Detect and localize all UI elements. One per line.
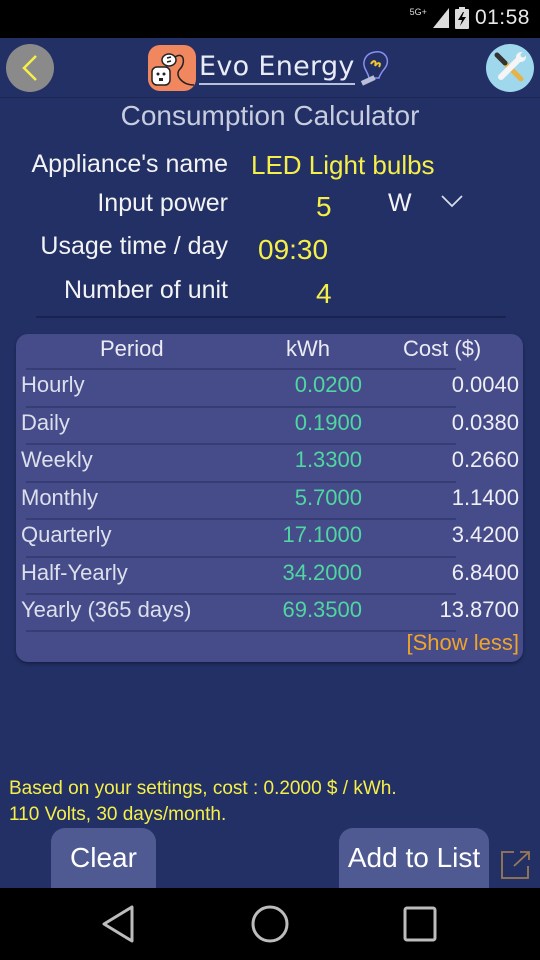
open-external-icon[interactable] (500, 850, 532, 880)
settings-tools-button[interactable] (486, 44, 534, 92)
show-less-link[interactable]: [Show less] (407, 630, 520, 656)
cost-cell: 0.0040 (451, 372, 519, 397)
row-divider (26, 630, 456, 632)
app-name: Evo Energy (199, 51, 355, 85)
table-row: Half-Yearly 34.2000 6.8400 (16, 556, 523, 594)
period-cell: Daily (21, 410, 70, 435)
add-to-list-button[interactable]: Add to List (339, 828, 489, 888)
unit-count-field[interactable]: 4 (316, 278, 332, 310)
kwh-cell: 0.0200 (294, 372, 362, 397)
home-circle-icon[interactable] (250, 904, 290, 944)
cost-cell: 3.4200 (451, 522, 519, 547)
period-cell: Weekly (21, 447, 93, 472)
battery-charging-icon (454, 7, 469, 29)
period-cell: Half-Yearly (21, 560, 128, 585)
unit-count-label: Number of unit (64, 276, 228, 304)
usage-time-row: Usage time / day 09:30 (0, 230, 540, 270)
unit-count-row: Number of unit 4 (0, 274, 540, 314)
period-cell: Monthly (21, 485, 99, 510)
cost-cell: 1.1400 (451, 485, 519, 510)
network-type: 5G+ (409, 7, 427, 17)
cost-cell: 0.0380 (451, 410, 519, 435)
clear-button[interactable]: Clear (51, 828, 156, 888)
row-divider (26, 593, 456, 595)
app-screen: Evo Energy Consumption Calculator Applia… (0, 38, 540, 888)
chevron-down-icon[interactable] (440, 194, 464, 208)
kwh-cell: 34.2000 (282, 560, 362, 585)
clock: 01:58 (474, 6, 530, 29)
plug-logo-icon (148, 45, 196, 91)
period-cell: Quarterly (21, 522, 112, 547)
period-cell: Hourly (21, 372, 85, 397)
row-divider (26, 368, 456, 370)
cost-rate-note: Based on your settings, cost : 0.2000 $ … (9, 778, 397, 799)
input-power-field[interactable]: 5 (316, 191, 332, 223)
lightbulb-icon (360, 51, 388, 86)
recents-square-icon[interactable] (402, 904, 438, 944)
cost-cell: 0.2660 (451, 447, 519, 472)
page-title: Consumption Calculator (120, 100, 420, 131)
kwh-cell: 1.3300 (294, 447, 362, 472)
row-divider (26, 518, 456, 520)
period-cell: Yearly (365 days) (21, 597, 192, 622)
signal-icon (432, 8, 449, 28)
usage-time-field[interactable]: 09:30 (258, 234, 328, 266)
input-power-label: Input power (97, 189, 228, 217)
row-divider (26, 406, 456, 408)
appliance-name-field[interactable]: LED Light bulbs (251, 150, 435, 181)
status-icons: 5G+ 01:58 (410, 6, 530, 30)
table-row: Monthly 5.7000 1.1400 (16, 481, 523, 519)
table-row: Quarterly 17.1000 3.4200 (16, 518, 523, 556)
kwh-cell: 17.1000 (282, 522, 362, 547)
system-nav-bar (0, 888, 540, 960)
wrench-screwdriver-icon (494, 52, 526, 82)
status-bar: 5G+ 01:58 (0, 0, 540, 38)
input-power-row: Input power 5 W (0, 186, 540, 226)
table-row: Daily 0.1900 0.0380 (16, 406, 523, 444)
appliance-name-row: Appliance's name LED Light bulbs (0, 146, 540, 186)
column-header-kwh: kWh (286, 336, 330, 361)
app-logo: Evo Energy (148, 44, 393, 92)
power-unit-select[interactable]: W (388, 189, 412, 218)
voltage-days-note: 110 Volts, 30 days/month. (9, 804, 227, 825)
row-divider (26, 443, 456, 445)
settings-footnote: Based on your settings, cost : 0.2000 $ … (9, 776, 397, 828)
column-header-period: Period (100, 336, 164, 361)
app-header: Evo Energy (0, 38, 540, 98)
form-divider (36, 316, 506, 318)
row-divider (26, 556, 456, 558)
column-header-cost: Cost ($) (403, 336, 482, 361)
appliance-name-label: Appliance's name (31, 150, 228, 178)
table-row: Yearly (365 days) 69.3500 13.8700 (16, 593, 523, 631)
consumption-table: Period kWh Cost ($) Hourly 0.0200 0.0040… (16, 334, 523, 662)
usage-time-label: Usage time / day (40, 232, 228, 260)
cost-cell: 13.8700 (439, 597, 519, 622)
cost-cell: 6.8400 (451, 560, 519, 585)
kwh-cell: 69.3500 (282, 597, 362, 622)
row-divider (26, 481, 456, 483)
table-row: Hourly 0.0200 0.0040 (16, 368, 523, 406)
kwh-cell: 5.7000 (294, 485, 362, 510)
kwh-cell: 0.1900 (294, 410, 362, 435)
back-triangle-icon[interactable] (100, 904, 136, 944)
table-row: Weekly 1.3300 0.2660 (16, 443, 523, 481)
chevron-left-icon (22, 55, 37, 81)
back-button[interactable] (6, 44, 54, 92)
